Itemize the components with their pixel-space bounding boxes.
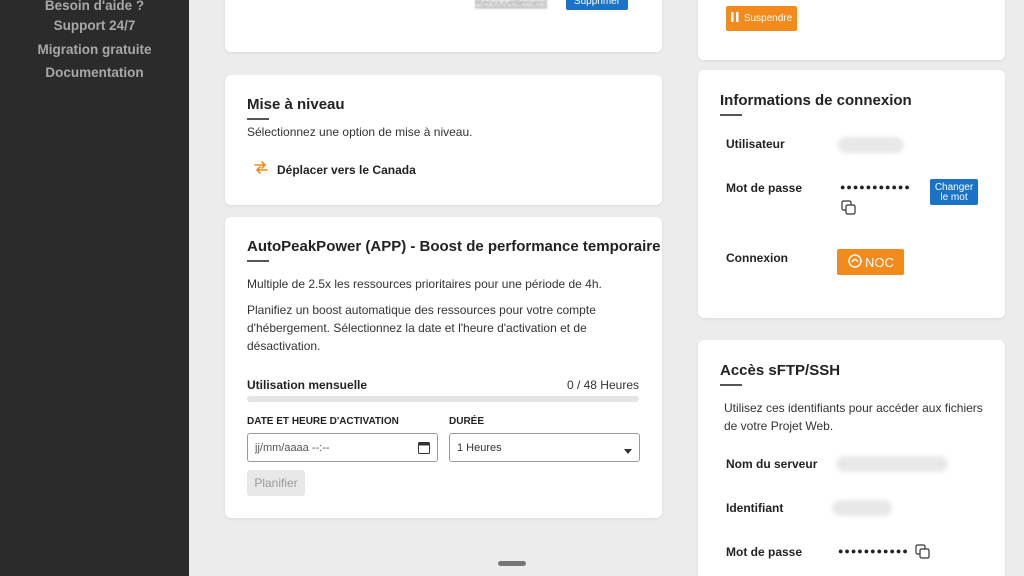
boost-title: AutoPeakPower (APP) - Boost de performan…: [247, 238, 661, 255]
sftp-card: Accès sFTP/SSH Utilisez ces identifiants…: [698, 340, 1005, 576]
suspend-label: Suspendre: [743, 13, 793, 24]
sidebar-link-documentation[interactable]: Documentation: [0, 65, 189, 80]
server-label: Nom du serveur: [726, 457, 818, 471]
copy-icon[interactable]: [915, 544, 931, 565]
boost-paragraph-1: Multiple de 2.5x les ressources priorita…: [247, 277, 602, 291]
schedule-button[interactable]: Planifier: [247, 470, 305, 496]
copy-icon[interactable]: [841, 200, 857, 221]
sftp-description: Utilisez ces identifiants pour accéder a…: [724, 401, 983, 433]
upgrade-card: Mise à niveau Sélectionnez une option de…: [225, 75, 662, 205]
noc-label: NOC: [865, 254, 894, 270]
suspend-card: Suspendre: [698, 0, 1005, 60]
chevron-down-icon: [624, 445, 632, 457]
upgrade-option-label: Déplacer vers le Canada: [277, 162, 416, 177]
boost-paragraph-2: Planifiez un boost automatique des resso…: [247, 303, 596, 353]
id-value-redacted: [832, 500, 892, 516]
sidebar: Besoin d'aide ? Support 24/7 Migration g…: [0, 0, 189, 576]
sftp-title: Accès sFTP/SSH: [720, 362, 841, 379]
date-label: DATE ET HEURE D'ACTIVATION: [247, 416, 399, 427]
usage-progress-bar: [247, 396, 639, 402]
noc-login-button[interactable]: NOC: [837, 249, 904, 275]
title-underline: [720, 114, 742, 116]
user-label: Utilisateur: [726, 137, 785, 151]
pause-icon: [730, 12, 739, 25]
user-value-redacted: [838, 137, 904, 153]
password-label: Mot de passe: [726, 181, 803, 195]
duration-select[interactable]: 1 Heures: [449, 433, 640, 462]
sftp-password-mask: ●●●●●●●●●●●: [838, 546, 909, 556]
connection-card: Informations de connexion Utilisateur Mo…: [698, 70, 1005, 318]
scroll-handle[interactable]: [498, 561, 526, 566]
title-underline: [720, 384, 742, 386]
upgrade-description: Sélectionnez une option de mise à niveau…: [247, 125, 473, 139]
delete-button[interactable]: Supprimer: [566, 0, 628, 10]
connection-title: Informations de connexion: [720, 92, 912, 109]
calendar-icon[interactable]: [418, 441, 430, 457]
sidebar-link-help[interactable]: Besoin d'aide ?: [0, 0, 189, 13]
sidebar-link-support[interactable]: Support 24/7: [0, 18, 189, 33]
usage-value: 0 / 48 Heures: [566, 378, 639, 392]
upgrade-option[interactable]: Déplacer vers le Canada: [253, 159, 416, 180]
password-mask: ●●●●●●●●●●●: [840, 182, 911, 192]
suspend-button[interactable]: Suspendre: [726, 6, 797, 31]
swap-arrows-icon: [253, 159, 269, 180]
sidebar-link-migration[interactable]: Migration gratuite: [0, 42, 189, 57]
server-value-redacted: [836, 456, 948, 472]
renewal-link[interactable]: Renouvellement: [475, 0, 547, 9]
activation-date-input[interactable]: jj/mm/aaaa --:--: [247, 433, 438, 462]
id-label: Identifiant: [726, 501, 784, 515]
duration-selected: 1 Heures: [457, 441, 502, 454]
title-underline: [247, 118, 269, 120]
date-placeholder: jj/mm/aaaa --:--: [255, 441, 330, 454]
login-label: Connexion: [726, 251, 788, 265]
duration-label: DURÉE: [449, 416, 485, 427]
change-password-button[interactable]: Changer le mot: [930, 179, 978, 205]
upgrade-title: Mise à niveau: [247, 96, 345, 113]
top-card: Renouvellement Supprimer: [225, 0, 662, 52]
usage-label: Utilisation mensuelle: [247, 378, 368, 392]
boost-card: AutoPeakPower (APP) - Boost de performan…: [225, 217, 662, 518]
sftp-password-label: Mot de passe: [726, 545, 803, 559]
title-underline: [247, 260, 269, 262]
noc-logo-icon: [847, 253, 863, 272]
